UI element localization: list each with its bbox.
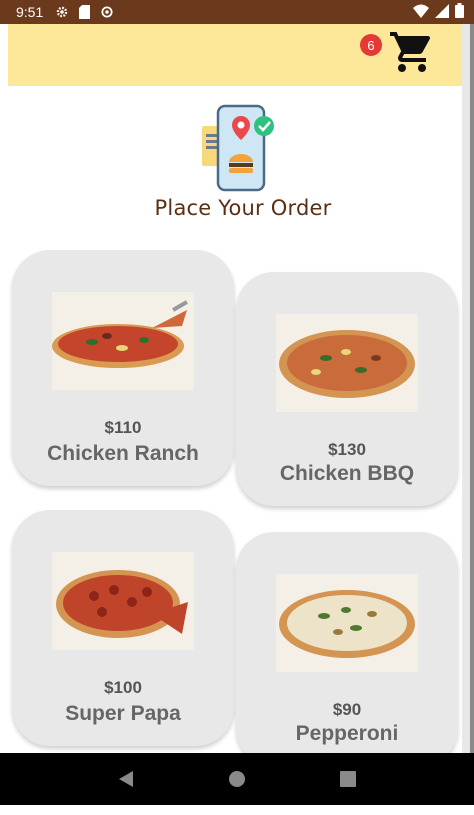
product-price: $110	[104, 418, 142, 437]
battery-icon	[455, 3, 464, 21]
product-card-super-papa[interactable]: $100 Super Papa	[12, 510, 234, 746]
cart-count-badge: 6	[360, 34, 382, 56]
back-icon[interactable]	[106, 759, 146, 799]
page-title: Place Your Order	[154, 196, 332, 220]
status-time: 9:51	[16, 4, 44, 20]
product-price: $130	[328, 440, 366, 459]
product-card-chicken-bbq[interactable]: $130 Chicken BBQ	[236, 272, 458, 506]
navigation-bar	[0, 753, 474, 805]
scroll-track	[462, 24, 470, 754]
status-right-group	[413, 3, 464, 21]
product-name: Chicken BBQ	[279, 462, 415, 485]
bottom-edge	[0, 805, 474, 815]
sync-icon	[100, 5, 114, 19]
pizza-image	[276, 574, 418, 672]
signal-icon	[435, 3, 449, 21]
product-name: Super Papa	[65, 702, 181, 725]
product-price: $90	[332, 700, 362, 719]
sd-card-icon	[79, 5, 91, 19]
phone-order-illustration	[196, 104, 280, 194]
pizza-image	[276, 314, 418, 412]
wifi-icon	[413, 4, 429, 21]
app-bar: 6	[8, 24, 462, 86]
recents-icon[interactable]	[328, 759, 368, 799]
cart-button[interactable]: 6	[360, 28, 436, 76]
product-card-chicken-ranch[interactable]: $110 Chicken Ranch	[12, 250, 234, 486]
status-bar: 9:51	[0, 0, 474, 24]
home-icon[interactable]	[217, 759, 257, 799]
gear-icon	[55, 5, 69, 19]
product-card-pepperoni[interactable]: $90 Pepperoni	[236, 532, 458, 766]
screen: 9:51 6 Place Your Order $110 Chicken Ran…	[0, 0, 474, 815]
pizza-image	[52, 552, 194, 650]
product-name: Chicken Ranch	[47, 442, 199, 465]
pizza-image	[52, 292, 194, 390]
order-header: Place Your Order	[8, 86, 462, 246]
product-price: $100	[104, 678, 142, 697]
shopping-cart-icon	[388, 32, 436, 80]
product-name: Pepperoni	[295, 722, 399, 745]
